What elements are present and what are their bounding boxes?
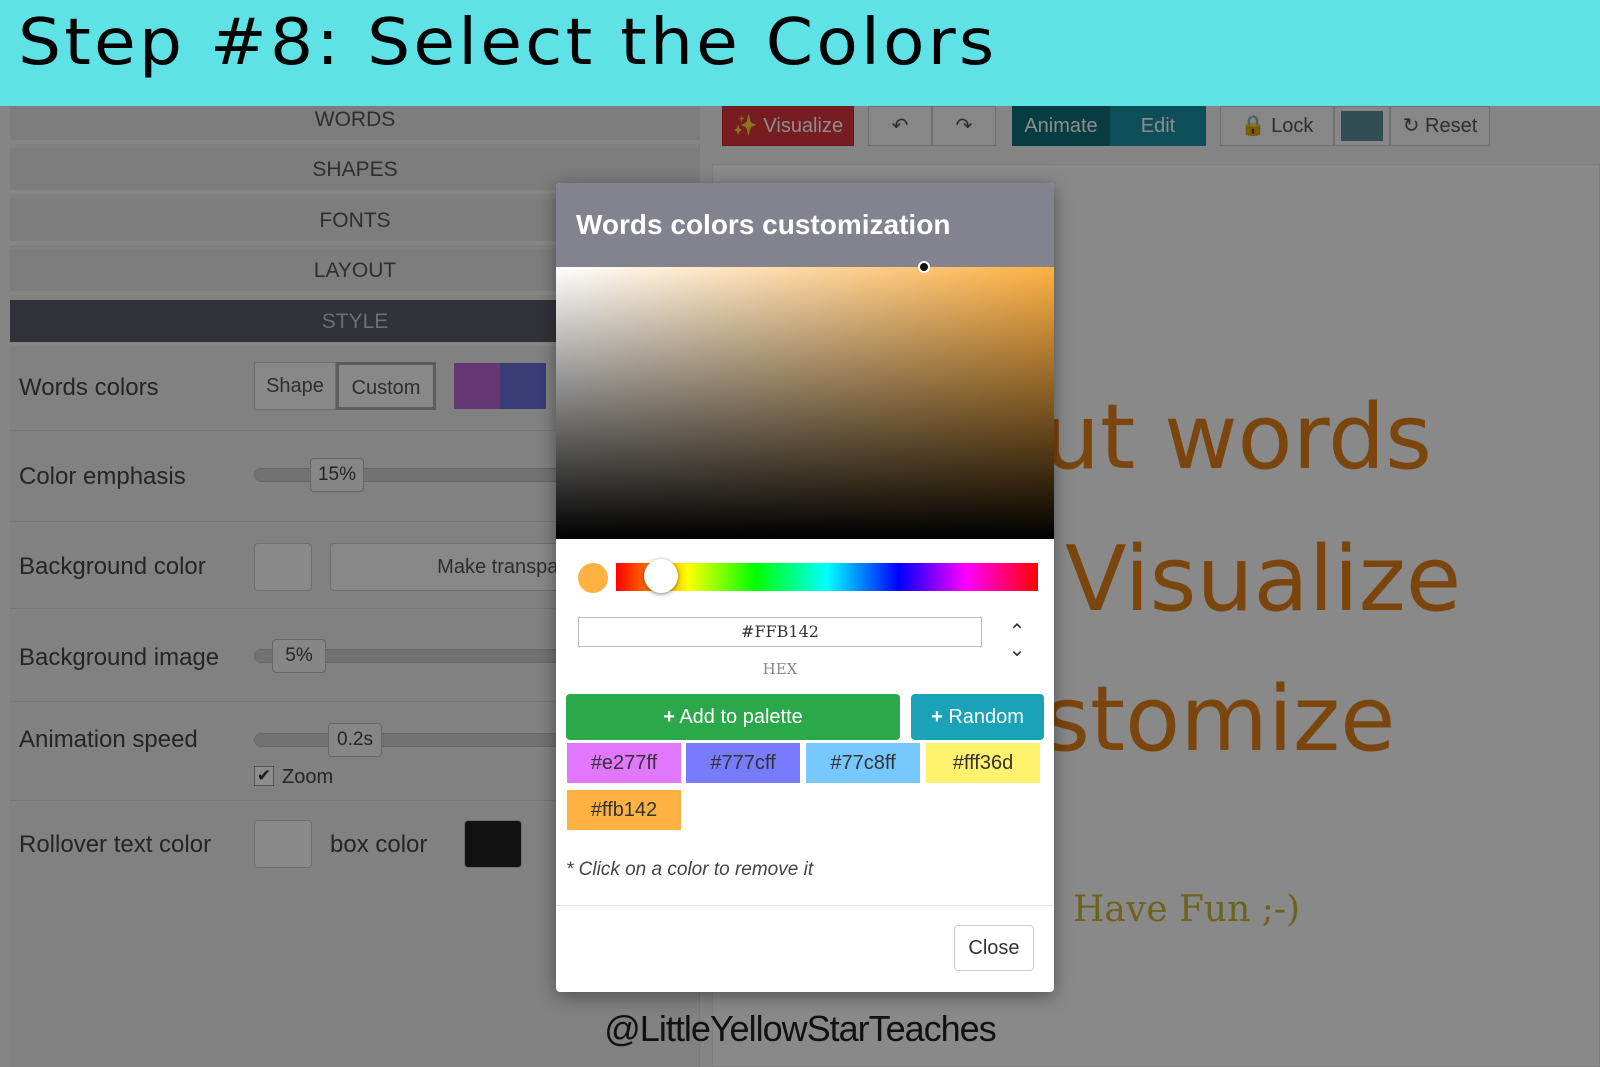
palette-chip[interactable]: #ffb142 — [567, 790, 681, 830]
close-button[interactable]: Close — [954, 925, 1034, 971]
hue-slider[interactable] — [616, 563, 1038, 591]
hue-slider-handle[interactable] — [644, 559, 678, 593]
hex-label: HEX — [762, 660, 798, 678]
color-preview — [578, 563, 608, 593]
palette-chip[interactable]: #777cff — [686, 743, 800, 783]
palette-chip[interactable]: #77c8ff — [806, 743, 920, 783]
banner-title: Step #8: Select the Colors — [18, 6, 998, 80]
hex-input[interactable]: #FFB142 — [578, 617, 982, 647]
modal-header: Words colors customization — [556, 183, 1054, 267]
remove-color-hint: * Click on a color to remove it — [566, 859, 814, 880]
plus-icon: + — [663, 706, 675, 728]
palette-chip[interactable]: #fff36d — [926, 743, 1040, 783]
saturation-picker-handle[interactable] — [918, 261, 930, 273]
words-colors-modal: Words colors customization #FFB142 HEX ⌃… — [556, 183, 1054, 992]
modal-divider — [556, 905, 1054, 906]
credit-watermark: @LittleYellowStarTeaches — [604, 1008, 996, 1049]
plus-icon: + — [931, 706, 943, 728]
palette-chip[interactable]: #e277ff — [567, 743, 681, 783]
random-label: Random — [948, 706, 1024, 728]
random-button[interactable]: + Random — [911, 694, 1044, 740]
add-to-palette-button[interactable]: + Add to palette — [566, 694, 900, 740]
format-toggle[interactable]: ⌃ ⌄ — [1004, 622, 1030, 663]
saturation-value-picker[interactable] — [556, 261, 1054, 539]
step-banner: Step #8: Select the Colors — [0, 0, 1600, 106]
add-to-palette-label: Add to palette — [679, 706, 803, 728]
modal-title: Words colors customization — [576, 209, 951, 240]
chevron-down-icon: ⌄ — [1008, 639, 1026, 661]
